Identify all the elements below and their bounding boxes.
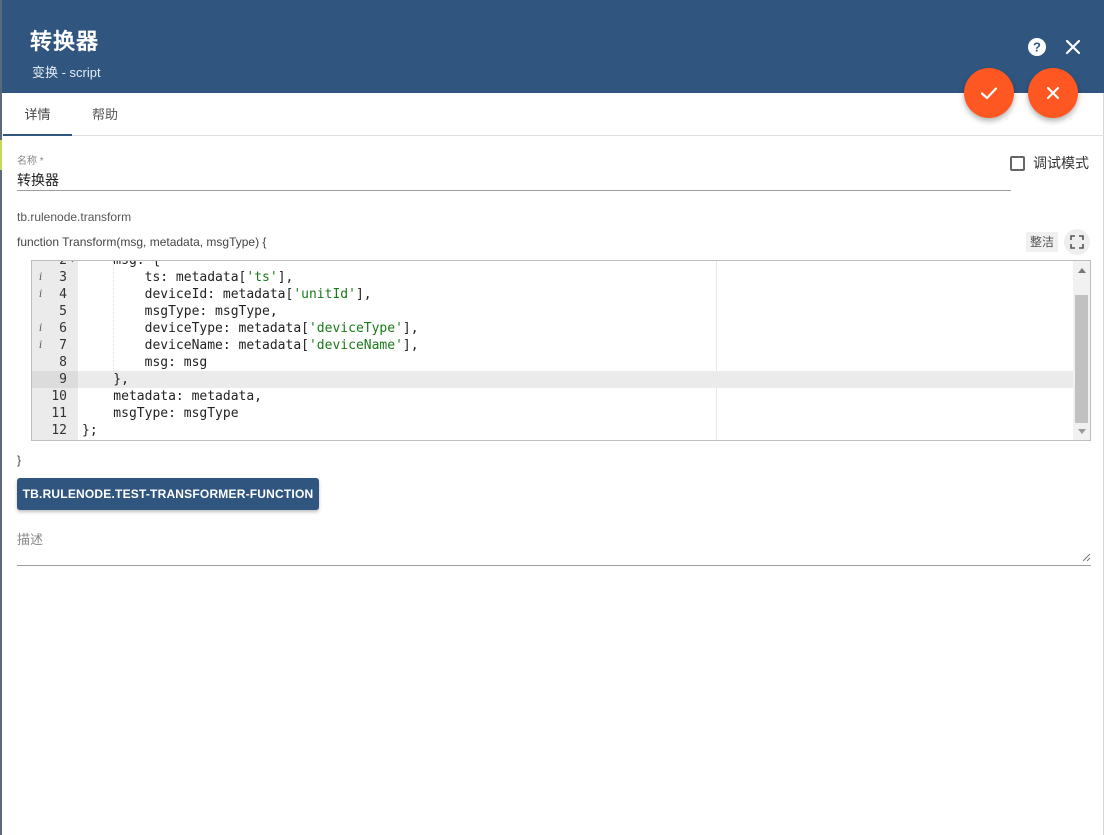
line-number: 7 <box>59 338 67 353</box>
debug-mode-label: 调试模式 <box>1033 155 1089 171</box>
svg-text:?: ? <box>1033 40 1041 55</box>
editor-scrollbar[interactable] <box>1073 261 1090 440</box>
code-text: }; <box>82 423 98 438</box>
tidy-button[interactable]: 整洁 <box>1026 232 1059 252</box>
tab-details[interactable]: 详情 <box>3 93 72 136</box>
test-transformer-function-button[interactable]: TB.RULENODE.TEST-TRANSFORMER-FUNCTION <box>17 478 319 510</box>
fullscreen-icon <box>1070 235 1084 249</box>
code-text: ts: metadata['ts'], <box>82 270 294 285</box>
code-editor[interactable]: 2 ▾ msg: {i 3 ts: metadata['ts'], i 4 device… <box>31 260 1091 441</box>
code-line[interactable]: i6 deviceType: metadata['deviceType'], <box>32 320 1073 337</box>
line-number: 11 <box>51 406 67 421</box>
help-icon[interactable]: ? <box>1026 36 1048 58</box>
scrollbar-thumb[interactable] <box>1075 295 1088 423</box>
code-line[interactable]: 5 msgType: msgType, <box>32 303 1073 320</box>
fold-arrow-icon[interactable]: ▾ <box>70 261 75 269</box>
line-number: 12 <box>51 423 67 438</box>
code-text: msg: msg <box>82 355 208 370</box>
close-icon[interactable] <box>1062 36 1084 58</box>
code-text: msgType: msgType, <box>82 304 278 319</box>
code-lines[interactable]: 2 ▾ msg: {i 3 ts: metadata['ts'], i 4 device… <box>32 260 1073 439</box>
code-text: deviceId: metadata['unitId'], <box>82 287 372 302</box>
checkbox-icon[interactable] <box>1010 155 1025 171</box>
code-line[interactable]: 10 metadata: metadata, <box>32 388 1073 405</box>
code-line[interactable]: i4 deviceId: metadata['unitId'], <box>32 286 1073 303</box>
name-input[interactable]: 转换器 <box>17 170 59 190</box>
code-text: msgType: msgType <box>82 406 239 421</box>
code-line[interactable]: 9 }, <box>32 371 1073 388</box>
line-number: 9 <box>32 371 78 388</box>
line-number: 6 <box>59 321 67 336</box>
background-edge <box>0 140 2 170</box>
code-line[interactable]: 8 msg: msg <box>32 354 1073 371</box>
fullscreen-button[interactable] <box>1064 229 1090 255</box>
code-text: deviceType: metadata['deviceType'], <box>82 321 419 336</box>
line-number: 2 <box>59 260 67 268</box>
code-line[interactable]: 11 msgType: msgType <box>32 405 1073 422</box>
description-textarea[interactable] <box>17 548 1091 566</box>
line-number: 3 <box>59 270 67 285</box>
line-number: 5 <box>59 304 67 319</box>
code-line[interactable]: i3 ts: metadata['ts'], <box>32 269 1073 286</box>
name-field-label: 名称 * <box>17 156 44 167</box>
string-literal: 'deviceName' <box>308 338 403 353</box>
dialog-header: 转换器 变换 - script ? <box>2 0 1104 93</box>
line-number: 10 <box>51 389 67 404</box>
debug-mode-checkbox[interactable]: 调试模式 <box>1010 153 1089 173</box>
code-line[interactable]: 2 ▾ msg: { <box>32 260 1073 269</box>
string-literal: 'deviceType' <box>308 321 403 336</box>
scroll-up-arrow-icon[interactable] <box>1073 261 1090 278</box>
dialog-title: 转换器 <box>30 29 100 54</box>
code-text: deviceName: metadata['deviceName'], <box>82 338 419 353</box>
line-number: 4 <box>59 287 67 302</box>
tab-bar: 详情 帮助 <box>2 93 1104 136</box>
string-literal: 'ts' <box>246 270 278 285</box>
name-input-underline <box>17 190 1011 191</box>
function-closing-brace: } <box>17 453 22 467</box>
tab-help[interactable]: 帮助 <box>72 93 138 136</box>
code-text: }, <box>82 372 129 387</box>
rule-node-dialog: 转换器 变换 - script ? 详情 帮助 名称 * 转换器 调试模式 tb… <box>0 0 1104 835</box>
function-signature: function Transform(msg, metadata, msgTyp… <box>17 235 267 249</box>
node-type-label: tb.rulenode.transform <box>17 210 132 224</box>
code-text: msg: { <box>82 260 161 268</box>
code-text: metadata: metadata, <box>82 389 263 404</box>
string-literal: 'unitId' <box>293 287 356 302</box>
dialog-subtitle: 变换 - script <box>32 65 101 80</box>
code-line[interactable]: 12}; <box>32 422 1073 439</box>
resize-handle-icon[interactable] <box>1081 552 1091 562</box>
scroll-down-arrow-icon[interactable] <box>1073 423 1090 440</box>
code-line[interactable]: i7 deviceName: metadata['deviceName'], <box>32 337 1073 354</box>
description-label: 描述 <box>17 532 44 547</box>
line-number: 8 <box>59 355 67 370</box>
